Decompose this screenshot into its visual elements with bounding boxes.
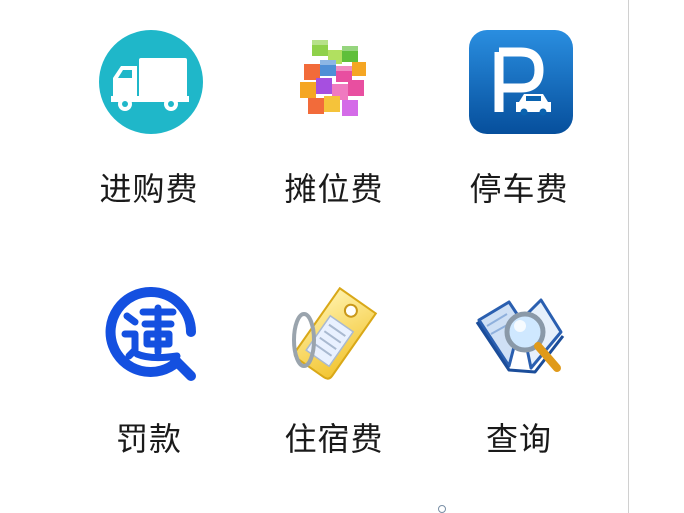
tile-label: 罚款: [115, 420, 182, 458]
parking-icon: [469, 30, 573, 134]
tile-label: 查询: [485, 420, 552, 458]
violation-icon: [99, 280, 203, 384]
cubes-icon: [284, 30, 388, 134]
tile-label: 摊位费: [284, 170, 384, 208]
tile-purchase-fee[interactable]: 进购费: [57, 0, 241, 208]
truck-icon: [99, 30, 203, 134]
tile-label: 进购费: [99, 170, 199, 208]
fee-menu-grid: 进购费 摊位费 停车费 罚款 住宿费 查询: [0, 0, 628, 513]
tile-parking-fee[interactable]: 停车费: [427, 0, 611, 208]
tile-label: 停车费: [469, 170, 569, 208]
right-divider: [628, 0, 629, 513]
tile-fine[interactable]: 罚款: [57, 250, 241, 458]
tile-label: 住宿费: [284, 420, 384, 458]
tile-search[interactable]: 查询: [427, 250, 611, 458]
tile-lodging-fee[interactable]: 住宿费: [242, 250, 426, 458]
magnifier-book-icon: [469, 280, 573, 384]
scroll-indicator-dot: [438, 505, 446, 513]
tile-stall-fee[interactable]: 摊位费: [242, 0, 426, 208]
tag-icon: [284, 280, 388, 384]
